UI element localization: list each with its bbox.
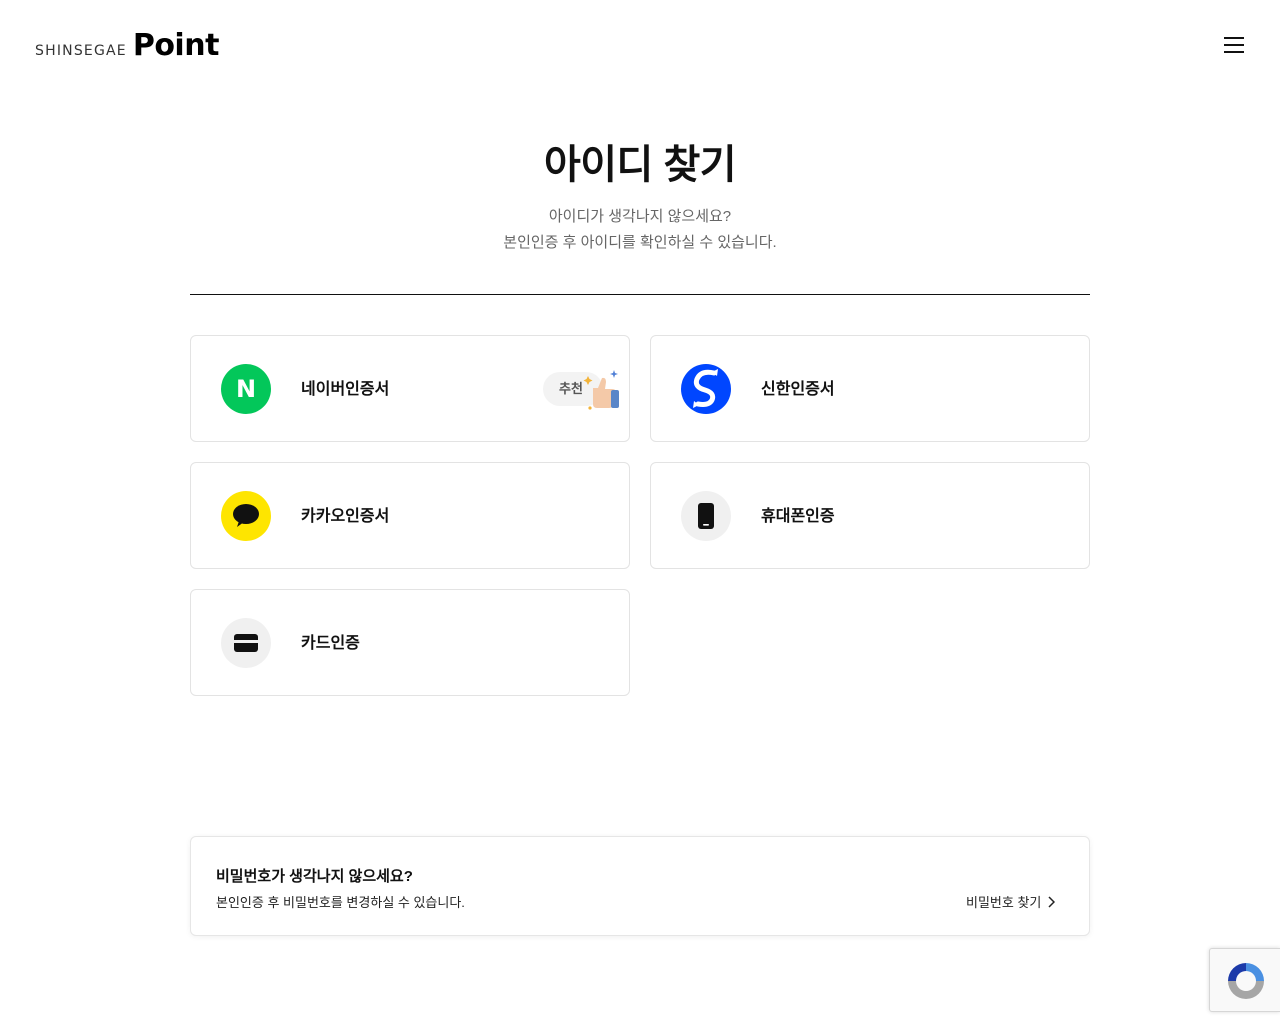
- auth-option-kakao[interactable]: 카카오인증서: [190, 462, 630, 569]
- find-password-link[interactable]: 비밀번호 찾기: [966, 892, 1056, 911]
- logo-brand-text: SHINSEGAE: [35, 43, 127, 59]
- find-password-box: 비밀번호가 생각나지 않으세요? 본인인증 후 비밀번호를 변경하실 수 있습니…: [190, 836, 1090, 936]
- section-divider: [190, 294, 1090, 295]
- find-password-subtitle: 본인인증 후 비밀번호를 변경하실 수 있습니다.: [216, 895, 465, 910]
- description-line-1: 아이디가 생각나지 않으세요?: [548, 208, 732, 225]
- thumbs-up-icon: [583, 370, 619, 410]
- hamburger-menu-icon[interactable]: [1222, 34, 1246, 56]
- page-title: 아이디 찾기: [543, 143, 737, 187]
- auth-option-card[interactable]: 카드인증: [190, 589, 630, 696]
- shinhan-icon: [681, 364, 731, 414]
- auth-option-phone[interactable]: 휴대폰인증: [650, 462, 1090, 569]
- auth-option-label: 카카오인증서: [301, 508, 390, 525]
- recaptcha-icon: [1228, 963, 1264, 999]
- naver-icon: N: [221, 364, 271, 414]
- page-description: 아이디가 생각나지 않으세요? 본인인증 후 아이디를 확인하실 수 있습니다.: [0, 204, 1280, 256]
- header: SHINSEGAE Point: [0, 0, 1280, 92]
- auth-option-label: 네이버인증서: [301, 381, 390, 398]
- logo-point-text: Point: [132, 28, 220, 63]
- auth-option-shinhan[interactable]: 신한인증서: [650, 335, 1090, 442]
- chevron-right-icon: [1048, 895, 1056, 908]
- auth-option-naver[interactable]: N 네이버인증서 추천: [190, 335, 630, 442]
- card-icon: [221, 618, 271, 668]
- auth-option-label: 신한인증서: [761, 381, 835, 398]
- recommend-badge: 추천: [543, 368, 623, 410]
- shinsegae-point-logo[interactable]: SHINSEGAE Point: [35, 28, 219, 63]
- auth-option-label: 휴대폰인증: [761, 508, 835, 525]
- description-line-2: 본인인증 후 아이디를 확인하실 수 있습니다.: [503, 234, 777, 251]
- recaptcha-badge[interactable]: [1209, 948, 1280, 1012]
- phone-icon: [681, 491, 731, 541]
- find-password-link-label: 비밀번호 찾기: [966, 895, 1042, 910]
- find-password-title: 비밀번호가 생각나지 않으세요?: [216, 868, 413, 885]
- auth-option-label: 카드인증: [301, 635, 360, 652]
- kakao-icon: [221, 491, 271, 541]
